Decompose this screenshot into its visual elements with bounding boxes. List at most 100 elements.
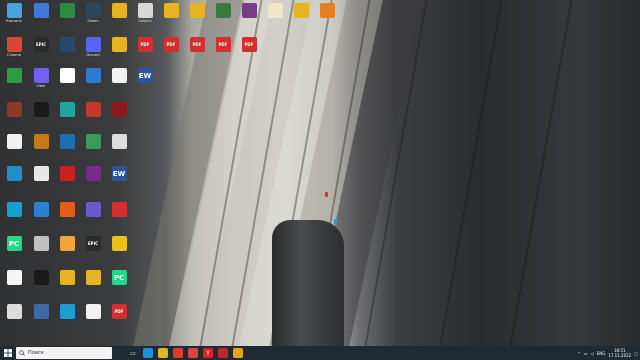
desktop-icon-icon-j3[interactable] bbox=[56, 304, 78, 320]
desktop-icon-icon-j2[interactable] bbox=[30, 304, 52, 320]
desktop-icon-label: Python bbox=[190, 19, 204, 23]
taskbar: Поиск ▭ Y ⌃ ▭ ◁ ENG 18:51 17.11.2022 ▢ bbox=[0, 346, 640, 360]
desktop-icon-icon-h5[interactable] bbox=[108, 236, 130, 252]
pdf-1-icon: PDF bbox=[137, 37, 153, 52]
desktop-icon-icon-f2[interactable] bbox=[30, 166, 52, 182]
desktop-icon-icon-g5[interactable] bbox=[108, 202, 130, 218]
taskbar-app-red-icon[interactable] bbox=[218, 348, 228, 358]
desktop-icon-icon-g2[interactable] bbox=[30, 202, 52, 218]
desktop-icon-icon-e4[interactable] bbox=[82, 134, 104, 150]
desktop-icon-icon-j1[interactable] bbox=[3, 304, 25, 320]
taskbar-app-yandex-icon[interactable] bbox=[173, 348, 183, 358]
desktop-icon-icon-a12[interactable] bbox=[316, 3, 338, 19]
desktop-icon-pdf-1[interactable]: PDF bbox=[134, 37, 156, 53]
desktop-icon-icon-d1[interactable] bbox=[3, 102, 25, 118]
desktop-icon-icon-f3[interactable] bbox=[56, 166, 78, 182]
start-button[interactable] bbox=[2, 347, 14, 359]
pdf-4-icon: PDF bbox=[215, 37, 231, 52]
taskbar-search-box[interactable]: Поиск bbox=[16, 347, 112, 359]
desktop-icon-icon-i2[interactable] bbox=[30, 270, 52, 286]
desktop-icon-icon-j4[interactable] bbox=[82, 304, 104, 320]
icon-i4-icon bbox=[85, 270, 101, 285]
desktop-icon-icon-g4[interactable] bbox=[82, 202, 104, 218]
desktop-icon-pdf-5[interactable]: PDF bbox=[238, 37, 260, 53]
desktop-icon-pycharm-2[interactable]: PC bbox=[108, 270, 130, 286]
icon-j3-icon bbox=[59, 304, 75, 319]
epic-2-icon: EPIC bbox=[85, 236, 101, 251]
icon-a12-icon bbox=[319, 3, 335, 18]
desktop-icon-icon-i1[interactable] bbox=[3, 270, 25, 286]
desktop-icon-label: Chrome bbox=[7, 53, 21, 57]
desktop-icon-recycle-bin[interactable]: Корзина bbox=[3, 3, 25, 23]
desktop-icon-icon-e5[interactable] bbox=[108, 134, 130, 150]
desktop-icon-pycharm[interactable]: PC bbox=[3, 236, 25, 252]
desktop-icon-icon-a1[interactable] bbox=[30, 3, 52, 19]
desktop-icon-icon-f1[interactable] bbox=[3, 166, 25, 182]
taskbar-app-y-icon[interactable]: Y bbox=[203, 348, 213, 358]
desktop-icon-icon-a8[interactable] bbox=[212, 3, 234, 19]
desktop-icon-icon-c5[interactable] bbox=[108, 68, 130, 84]
desktop-icon-discord[interactable]: Discord bbox=[82, 37, 104, 57]
desktop-icon-icon-i3[interactable] bbox=[56, 270, 78, 286]
desktop-icon-pdf-6[interactable]: PDF bbox=[108, 304, 130, 320]
desktop-icon-icon-d5[interactable] bbox=[108, 102, 130, 118]
chevron-up-icon[interactable]: ⌃ bbox=[577, 351, 580, 356]
desktop-icon-icon-a3[interactable]: Steam bbox=[82, 3, 104, 23]
pdf-2-icon: PDF bbox=[163, 37, 179, 52]
desktop-icon-viber[interactable]: Viber bbox=[30, 68, 52, 88]
desktop-icon-icon-a5[interactable]: Dolphin bbox=[134, 3, 156, 23]
desktop-icon-icon-c3[interactable] bbox=[56, 68, 78, 84]
desktop-icon-icon-a11[interactable] bbox=[290, 3, 312, 19]
desktop-icon-icon-d3[interactable] bbox=[56, 102, 78, 118]
desktop-icon-pdf-4[interactable]: PDF bbox=[212, 37, 234, 53]
pycharm-2-icon: PC bbox=[111, 270, 127, 285]
desktop-icon-icon-h2[interactable] bbox=[30, 236, 52, 252]
desktop-icon-epic[interactable]: EPIC bbox=[30, 37, 52, 53]
taskbar-task-view-icon[interactable]: ▭ bbox=[128, 348, 138, 358]
taskbar-app-yellow-icon[interactable] bbox=[233, 348, 243, 358]
desktop-icon-icon-a2[interactable] bbox=[56, 3, 78, 19]
desktop-icon-pdf-2[interactable]: PDF bbox=[160, 37, 182, 53]
desktop-icon-icon-c1[interactable] bbox=[3, 68, 25, 84]
desktop-icon-icon-h3[interactable] bbox=[56, 236, 78, 252]
desktop-icon-epic-2[interactable]: EPIC bbox=[82, 236, 104, 252]
pdf-6-icon: PDF bbox=[111, 304, 127, 319]
clock[interactable]: 18:51 17.11.2022 bbox=[608, 348, 631, 358]
desktop-icon-chrome[interactable]: Chrome bbox=[3, 37, 25, 57]
desktop-icon-icon-b3[interactable] bbox=[56, 37, 78, 53]
taskbar-explorer-icon[interactable] bbox=[158, 348, 168, 358]
desktop-icon-icon-a6[interactable] bbox=[160, 3, 182, 19]
desktop-icon-word-1[interactable]: EW bbox=[134, 68, 156, 84]
desktop-icon-icon-a10[interactable] bbox=[264, 3, 286, 19]
desktop-icon-icon-g3[interactable] bbox=[56, 202, 78, 218]
icon-d5-icon bbox=[111, 102, 127, 117]
desktop-icon-icon-e3[interactable] bbox=[56, 134, 78, 150]
desktop-icon-icon-e1[interactable] bbox=[3, 134, 25, 150]
desktop-icon-icon-c4[interactable] bbox=[82, 68, 104, 84]
desktop-icon-pdf-3[interactable]: PDF bbox=[186, 37, 208, 53]
desktop-icon-icon-b5[interactable] bbox=[108, 37, 130, 53]
network-icon[interactable]: ▭ bbox=[584, 351, 588, 356]
desktop-icon-icon-f4[interactable] bbox=[82, 166, 104, 182]
icon-e5-icon bbox=[111, 134, 127, 149]
desktop-icon-icon-a7[interactable]: Python bbox=[186, 3, 208, 23]
icon-h2-icon bbox=[33, 236, 49, 251]
icon-g2-icon bbox=[33, 202, 49, 217]
volume-icon[interactable]: ◁ bbox=[591, 351, 594, 356]
icon-c5-icon bbox=[111, 68, 127, 83]
recycle-bin-icon bbox=[6, 3, 22, 18]
desktop-icon-icon-d2[interactable] bbox=[30, 102, 52, 118]
desktop-icon-icon-e2[interactable] bbox=[30, 134, 52, 150]
notification-icon[interactable]: ▢ bbox=[634, 351, 638, 356]
desktop-icon-icon-a4[interactable] bbox=[108, 3, 130, 19]
language-indicator[interactable]: ENG bbox=[597, 351, 606, 356]
desktop-icon-icon-i4[interactable] bbox=[82, 270, 104, 286]
desktop-icon-icon-a9[interactable] bbox=[238, 3, 260, 19]
taskbar-edge-icon[interactable] bbox=[143, 348, 153, 358]
desktop-icon-icon-d4[interactable] bbox=[82, 102, 104, 118]
icon-h3-icon bbox=[59, 236, 75, 251]
icon-c3-icon bbox=[59, 68, 75, 83]
desktop-icon-icon-g1[interactable] bbox=[3, 202, 25, 218]
desktop-icon-word-2[interactable]: EW bbox=[108, 166, 130, 182]
taskbar-app-chrome-icon[interactable] bbox=[188, 348, 198, 358]
